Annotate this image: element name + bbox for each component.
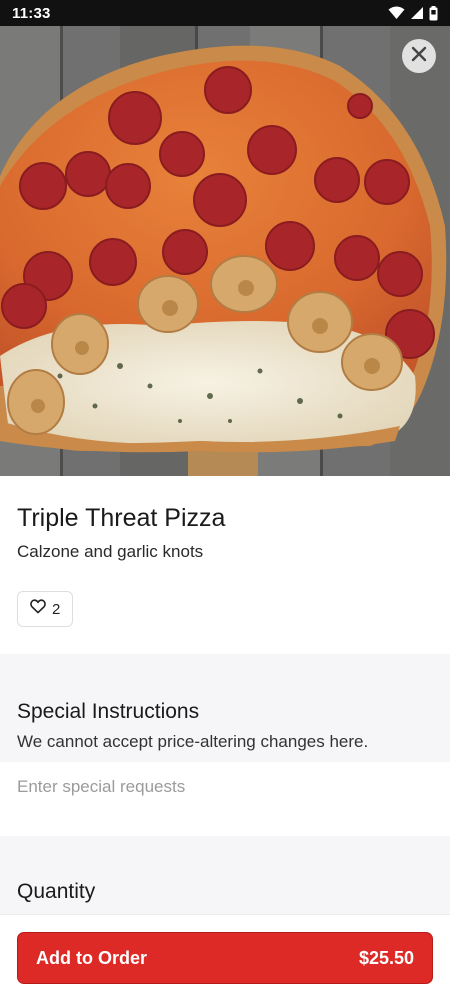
status-time: 11:33 [12,4,51,22]
like-count: 2 [52,600,61,618]
special-requests-field-container [0,762,450,836]
close-icon [411,46,427,67]
close-button[interactable] [402,39,436,73]
special-instructions-description: We cannot accept price-altering changes … [17,732,369,751]
item-detail-screen: 11:33 Triple Threat Pizza Calzone and ga… [0,0,450,1000]
quantity-section: Quantity [0,836,450,914]
bottom-action-bar: Add to Order $25.50 [0,914,450,1000]
add-to-order-label: Add to Order [36,947,147,968]
item-photo [0,26,450,476]
battery-icon [429,5,438,21]
add-to-order-button[interactable]: Add to Order $25.50 [17,932,433,984]
status-bar: 11:33 [0,0,450,26]
cellular-signal-icon [410,6,424,20]
heart-icon [30,599,46,619]
special-instructions-title: Special Instructions [17,700,200,723]
status-icons [388,5,438,21]
item-title: Triple Threat Pizza [17,504,226,532]
special-requests-input[interactable] [0,762,450,812]
order-price: $25.50 [358,947,414,968]
special-instructions-section: Special Instructions We cannot accept pr… [0,654,450,762]
quantity-title: Quantity [17,880,96,903]
item-info: Triple Threat Pizza Calzone and garlic k… [0,476,450,654]
wifi-icon [388,6,405,20]
item-subtitle: Calzone and garlic knots [17,542,204,561]
like-button[interactable]: 2 [17,591,74,627]
